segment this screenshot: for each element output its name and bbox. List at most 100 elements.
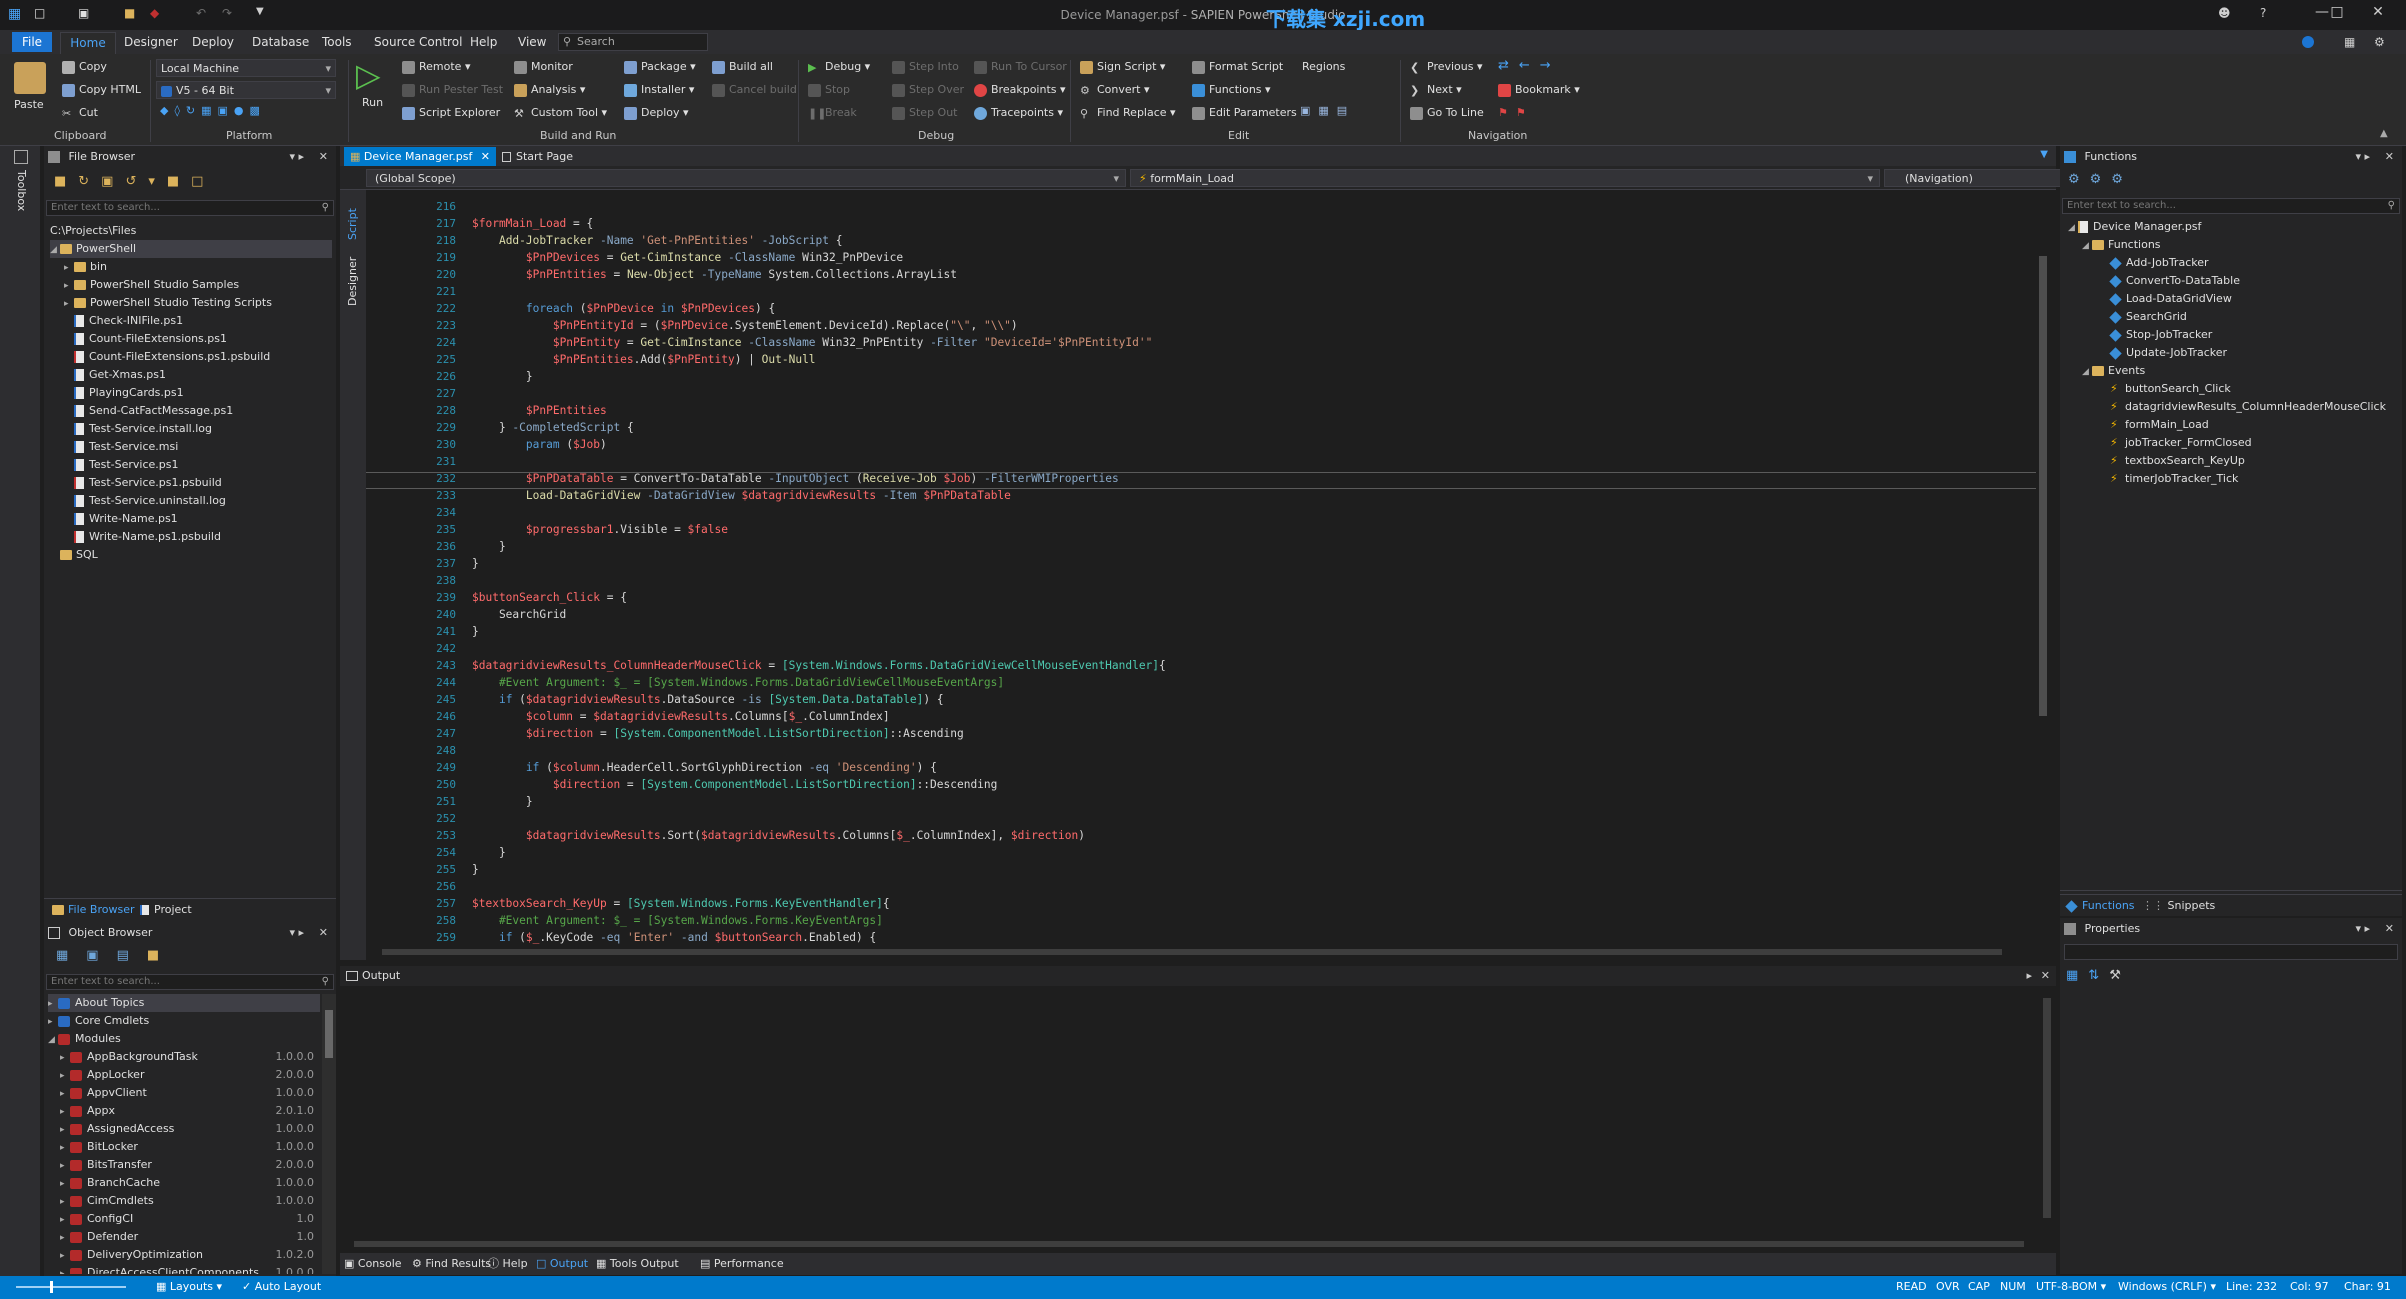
event-item[interactable]: ⚡ timerJobTracker_Tick [2068, 470, 2398, 488]
toolbox-icon[interactable] [14, 150, 28, 164]
code-editor[interactable]: 216 217 $formMain_Load = {218 Add-JobTrack… [366, 190, 2036, 946]
function-item[interactable]: Update-JobTracker [2068, 344, 2398, 362]
run-icon[interactable]: ▷ [356, 58, 381, 92]
cancel-build-button[interactable]: Cancel build [712, 83, 797, 97]
code-line[interactable]: $PnPEntity = Get-CimInstance -ClassName … [472, 336, 1153, 349]
output-vertical-scrollbar[interactable] [2040, 986, 2054, 1238]
event-item[interactable]: ⚡ formMain_Load [2068, 416, 2398, 434]
collapse-ribbon-icon[interactable]: ▲ [2380, 128, 2388, 139]
event-item[interactable]: ⚡ textboxSearch_KeyUp [2068, 452, 2398, 470]
theme-dot-icon[interactable] [2302, 36, 2314, 48]
analysis-button[interactable]: Analysis ▾ [514, 83, 585, 97]
tab-functions[interactable]: Functions [2065, 899, 2135, 913]
file-browser-item[interactable]: Get-Xmas.ps1 [50, 366, 332, 384]
object-browser-item[interactable]: ▸ BitsTransfer 2.0.0.0 [48, 1156, 320, 1174]
menu-help[interactable]: Help [470, 35, 497, 49]
chevron-right-icon[interactable]: ▸ [60, 1175, 70, 1193]
step-over-button[interactable]: Step Over [892, 83, 964, 97]
code-line[interactable]: if ($datagridviewResults.DataSource -is … [472, 693, 944, 706]
break-button[interactable]: ❚❚Break [808, 106, 857, 120]
chevron-right-icon[interactable]: ▸ [60, 1229, 70, 1247]
code-line[interactable]: } [472, 863, 479, 876]
code-line[interactable]: $PnPEntityId = ($PnPDevice.SystemElement… [472, 319, 1018, 332]
breakpoints-button[interactable]: Breakpoints ▾ [974, 83, 1066, 97]
object-browser-item[interactable]: ▸ AssignedAccess 1.0.0.0 [48, 1120, 320, 1138]
object-browser-item[interactable]: ▸ About Topics [48, 994, 320, 1012]
file-browser-toolbar[interactable]: ■↻▣↺▾■□ [54, 174, 215, 189]
tree-events-folder[interactable]: ◢ Events [2068, 362, 2398, 380]
code-line[interactable]: $buttonSearch_Click = { [472, 591, 627, 604]
menu-deploy[interactable]: Deploy [192, 35, 234, 49]
tab-performance[interactable]: ▤ Performance [700, 1253, 784, 1275]
function-item[interactable]: ConvertTo-DataTable [2068, 272, 2398, 290]
functions-button[interactable]: Functions ▾ [1192, 83, 1271, 97]
tab-device-manager[interactable]: ▦ Device Manager.psf ✕ [344, 147, 496, 166]
code-line[interactable]: foreach ($PnPDevice in $PnPDevices) { [472, 302, 775, 315]
window-position-icon[interactable]: ▸ [2026, 969, 2032, 982]
panel-close-icon[interactable]: ✕ [2385, 150, 2394, 163]
file-browser-item[interactable]: Test-Service.ps1 [50, 456, 332, 474]
event-item[interactable]: ⚡ datagridviewResults_ColumnHeaderMouseCl… [2068, 398, 2398, 416]
properties-toolbar[interactable]: ▦⇅⚒ [2066, 968, 2131, 983]
panel-close-icon[interactable]: ✕ [319, 150, 328, 163]
file-browser-item[interactable]: SQL [50, 546, 332, 564]
build-all-button[interactable]: Build all [712, 60, 773, 74]
chevron-right-icon[interactable]: ▸ [48, 995, 58, 1013]
tree-root[interactable]: ◢ Device Manager.psf [2068, 218, 2398, 236]
code-line[interactable]: $progressbar1.Visible = $false [472, 523, 728, 536]
file-browser-item[interactable]: PlayingCards.ps1 [50, 384, 332, 402]
zoom-slider-thumb[interactable] [50, 1281, 53, 1293]
code-line[interactable]: param ($Job) [472, 438, 607, 451]
window-position-icon[interactable]: ▾ ▸ [2355, 922, 2370, 935]
code-line[interactable]: #Event Argument: $_ = [System.Windows.Fo… [472, 676, 1004, 689]
file-browser-item[interactable]: ▸ bin [50, 258, 332, 276]
tab-project[interactable]: Project [140, 903, 192, 916]
code-line[interactable]: $PnPDataTable = ConvertTo-DataTable -Inp… [472, 472, 1119, 485]
window-position-icon[interactable]: ▾ ▸ [2355, 150, 2370, 163]
line-endings-select[interactable]: Windows (CRLF) ▾ [2118, 1280, 2216, 1293]
code-line[interactable]: Load-DataGridView -DataGridView $datagri… [472, 489, 1011, 502]
code-line[interactable]: $textboxSearch_KeyUp = [System.Windows.F… [472, 897, 890, 910]
functions-toolbar[interactable]: ⚙⚙⚙ [2068, 172, 2133, 187]
object-browser-item[interactable]: ▸ BitLocker 1.0.0.0 [48, 1138, 320, 1156]
tab-start-page[interactable]: Start Page [502, 150, 573, 163]
functions-search-input[interactable]: Enter text to search... ⚲ [2062, 198, 2400, 214]
file-browser-item[interactable]: Test-Service.uninstall.log [50, 492, 332, 510]
tab-close-icon[interactable]: ✕ [481, 150, 490, 163]
object-browser-item[interactable]: ▸ CimCmdlets 1.0.0.0 [48, 1192, 320, 1210]
bookmark-button[interactable]: Bookmark ▾ [1498, 83, 1580, 97]
package-button[interactable]: Package ▾ [624, 60, 696, 74]
chevron-down-icon[interactable]: ◢ [48, 1031, 58, 1049]
remote-button[interactable]: Remote ▾ [402, 60, 470, 74]
cut-button[interactable]: ✂ Cut [62, 106, 98, 120]
chevron-right-icon[interactable]: ▸ [48, 1013, 58, 1031]
platform-toolbar-icons[interactable]: ◆◊↻▦▣●▩ [160, 104, 266, 117]
nav-arrows[interactable]: ⇄←→ [1498, 58, 1561, 73]
step-into-button[interactable]: Step Into [892, 60, 959, 74]
chevron-right-icon[interactable]: ▸ [60, 1103, 70, 1121]
output-horizontal-scrollbar[interactable] [340, 1238, 2040, 1250]
convert-button[interactable]: ⚙ Convert ▾ [1080, 83, 1150, 97]
menu-source-control[interactable]: Source Control [374, 35, 462, 49]
run-pester-button[interactable]: Run Pester Test [402, 83, 503, 97]
code-line[interactable]: Add-JobTracker -Name 'Get-PnPEntities' -… [472, 234, 843, 247]
code-line[interactable]: $direction = [System.ComponentModel.List… [472, 727, 964, 740]
chevron-right-icon[interactable]: ▸ [64, 277, 74, 295]
tree-functions-folder[interactable]: ◢ Functions [2068, 236, 2398, 254]
menu-file[interactable]: File [12, 32, 52, 52]
code-line[interactable]: $datagridviewResults.Sort($datagridviewR… [472, 829, 1085, 842]
code-line[interactable]: } [472, 625, 479, 638]
chevron-right-icon[interactable]: ▸ [60, 1193, 70, 1211]
installer-button[interactable]: Installer ▾ [624, 83, 694, 97]
function-select[interactable]: ⚡ formMain_Load ▾ [1130, 169, 1880, 187]
stop-button[interactable]: Stop [808, 83, 850, 97]
window-position-icon[interactable]: ▾ ▸ [289, 926, 304, 939]
tab-script[interactable]: Script [346, 194, 359, 240]
feedback-icon[interactable]: ☻ [2218, 6, 2234, 22]
tab-console[interactable]: ▣ Console [344, 1253, 402, 1275]
run-button[interactable]: Run [362, 96, 383, 109]
search-input[interactable]: ⚲ Search [558, 33, 708, 51]
deploy-button[interactable]: Deploy ▾ [624, 106, 689, 120]
function-item[interactable]: Stop-JobTracker [2068, 326, 2398, 344]
object-browser-item[interactable]: ▸ ConfigCI 1.0 [48, 1210, 320, 1228]
